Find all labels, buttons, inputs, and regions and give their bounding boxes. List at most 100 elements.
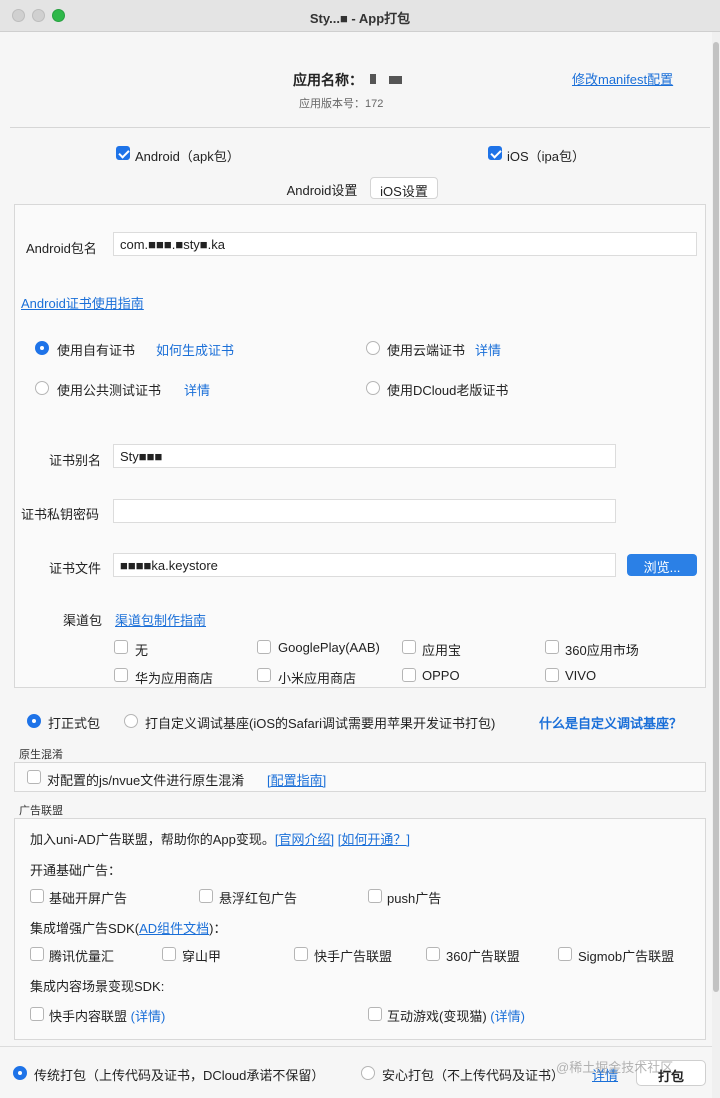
channel-googleplay-checkbox[interactable]: [257, 640, 271, 654]
ads-360-label: 360广告联盟: [446, 949, 520, 964]
obfuscation-label: 对配置的js/nvue文件进行原生混淆: [47, 773, 245, 788]
kuaishou-ads-checkbox[interactable]: [294, 947, 308, 961]
ads-how-to-open-link[interactable]: [如何开通？]: [338, 832, 410, 847]
public-test-cert-radio[interactable]: [35, 381, 49, 395]
ad-component-docs-link[interactable]: AD组件文档: [139, 921, 209, 936]
kuaishou-ads-label: 快手广告联盟: [314, 949, 393, 964]
window-titlebar: Sty...■ - App打包: [0, 0, 720, 32]
app-name-label: 应用名称：: [293, 72, 363, 88]
public-test-cert-label: 使用公共测试证书: [57, 383, 162, 398]
channel-360-checkbox[interactable]: [545, 640, 559, 654]
android-cert-guide-link[interactable]: Android证书使用指南: [21, 293, 144, 312]
floating-redpacket-ad-checkbox[interactable]: [199, 889, 213, 903]
splash-ad-label: 基础开屏广告: [49, 891, 128, 906]
sigmob-ads-checkbox[interactable]: [558, 947, 572, 961]
interactive-game-text: 互动游戏(变现猫): [387, 1009, 487, 1024]
own-cert-label: 使用自有证书: [57, 343, 136, 358]
kuaishou-content-text: 快手内容联盟: [49, 1009, 128, 1024]
ios-platform-checkbox[interactable]: [488, 146, 502, 160]
obfuscation-checkbox[interactable]: [27, 770, 41, 784]
cloud-cert-details-link[interactable]: 详情: [475, 340, 501, 359]
ios-platform-label: iOS（ipa包）: [507, 149, 586, 164]
traditional-pack-radio[interactable]: [13, 1066, 27, 1080]
channel-none-checkbox[interactable]: [114, 640, 128, 654]
own-cert-radio[interactable]: [35, 341, 49, 355]
channel-vivo-checkbox[interactable]: [545, 668, 559, 682]
android-package-input[interactable]: com.■■■.■sty■.ka: [113, 232, 697, 256]
how-to-generate-cert-link[interactable]: 如何生成证书: [156, 340, 234, 359]
ads-intro-label: 加入uni-AD广告联盟，帮助你的App变现。: [30, 832, 275, 847]
interactive-game-details-link[interactable]: (详情): [490, 1009, 525, 1024]
tencent-ads-label: 腾讯优量汇: [49, 949, 115, 964]
app-version-label: 应用版本号：172: [299, 98, 384, 110]
push-ad-label: push广告: [387, 891, 442, 906]
android-platform-label: Android（apk包）: [135, 149, 240, 164]
channel-vivo-label: VIVO: [565, 668, 597, 683]
redacted-app-name-2: [389, 76, 402, 84]
obfuscation-guide-link[interactable]: [配置指南]: [267, 770, 326, 789]
channel-guide-link[interactable]: 渠道包制作指南: [115, 610, 206, 629]
ads-intro-text: 加入uni-AD广告联盟，帮助你的App变现。[官网介绍] [如何开通？]: [30, 829, 410, 848]
channel-yingyongbao-label: 应用宝: [422, 643, 462, 658]
cert-password-input[interactable]: [113, 499, 616, 523]
kuaishou-content-details-link[interactable]: (详情): [131, 1009, 166, 1024]
android-package-label: Android包名: [26, 241, 97, 256]
cloud-cert-label: 使用云端证书: [387, 343, 466, 358]
cert-alias-input[interactable]: Sty■■■: [113, 444, 616, 468]
safe-pack-label: 安心打包（不上传代码及证书）: [382, 1068, 565, 1083]
custom-base-radio[interactable]: [124, 714, 138, 728]
dcloud-legacy-cert-radio[interactable]: [366, 381, 380, 395]
ads-official-intro-link[interactable]: [官网介绍]: [275, 832, 334, 847]
dcloud-legacy-cert-label: 使用DCloud老版证书: [387, 383, 509, 398]
pack-dialog: 应用名称： 应用版本号：172 修改manifest配置 Android（apk…: [0, 32, 712, 1098]
channel-oppo-label: OPPO: [422, 668, 460, 683]
android-package-value: com.■■■.■sty■.ka: [120, 237, 225, 252]
channel-huawei-label: 华为应用商店: [135, 671, 214, 686]
basic-ads-label: 开通基础广告：: [30, 863, 122, 878]
traditional-pack-label: 传统打包（上传代码及证书，DCloud承诺不保留）: [34, 1068, 325, 1083]
browse-cert-button[interactable]: 浏览...: [627, 554, 697, 576]
cloud-cert-radio[interactable]: [366, 341, 380, 355]
footer-bar: 传统打包（上传代码及证书，DCloud承诺不保留） 安心打包（不上传代码及证书）…: [0, 1046, 712, 1098]
splash-ad-checkbox[interactable]: [30, 889, 44, 903]
safe-pack-radio[interactable]: [361, 1066, 375, 1080]
formal-build-radio[interactable]: [27, 714, 41, 728]
android-platform-checkbox[interactable]: [116, 146, 130, 160]
header-divider: [10, 127, 710, 128]
channel-label: 渠道包: [63, 613, 103, 628]
pangle-ads-checkbox[interactable]: [162, 947, 176, 961]
vertical-scrollbar[interactable]: [712, 32, 720, 1098]
ads-section-title: 广告联盟: [19, 805, 63, 817]
edit-manifest-link[interactable]: 修改manifest配置: [572, 69, 673, 88]
cert-file-label: 证书文件: [49, 561, 102, 576]
tencent-ads-checkbox[interactable]: [30, 947, 44, 961]
enhanced-ads-label: 集成增强广告SDK(AD组件文档)：: [30, 918, 226, 937]
push-ad-checkbox[interactable]: [368, 889, 382, 903]
channel-none-label: 无: [135, 643, 149, 658]
enhanced-ads-prefix: 集成增强广告SDK(: [30, 921, 140, 936]
content-ads-label: 集成内容场景变现SDK:: [30, 979, 165, 994]
cert-alias-label: 证书别名: [49, 453, 102, 468]
channel-oppo-checkbox[interactable]: [402, 668, 416, 682]
tab-android-settings[interactable]: Android设置: [276, 177, 368, 199]
watermark: @稀土掘金技术社区: [556, 1060, 674, 1075]
channel-huawei-checkbox[interactable]: [114, 668, 128, 682]
channel-yingyongbao-checkbox[interactable]: [402, 640, 416, 654]
tab-ios-settings[interactable]: iOS设置: [370, 177, 438, 199]
channel-xiaomi-checkbox[interactable]: [257, 668, 271, 682]
ads-360-checkbox[interactable]: [426, 947, 440, 961]
window-title: Sty...■ - App打包: [309, 11, 411, 26]
floating-redpacket-ad-label: 悬浮红包广告: [219, 891, 298, 906]
redacted-app-name: [370, 74, 376, 84]
scrollbar-thumb[interactable]: [713, 42, 719, 992]
custom-base-help-link[interactable]: 什么是自定义调试基座？: [539, 713, 682, 732]
cert-file-input[interactable]: ■■■■ka.keystore: [113, 553, 616, 577]
kuaishou-content-label: 快手内容联盟 (详情): [49, 1006, 165, 1025]
interactive-game-checkbox[interactable]: [368, 1007, 382, 1021]
kuaishou-content-checkbox[interactable]: [30, 1007, 44, 1021]
cert-alias-value: Sty■■■: [120, 449, 163, 464]
public-cert-details-link[interactable]: 详情: [184, 380, 210, 399]
channel-360-label: 360应用市场: [565, 643, 639, 658]
channel-xiaomi-label: 小米应用商店: [278, 671, 357, 686]
obfuscation-section-title: 原生混淆: [19, 749, 63, 761]
